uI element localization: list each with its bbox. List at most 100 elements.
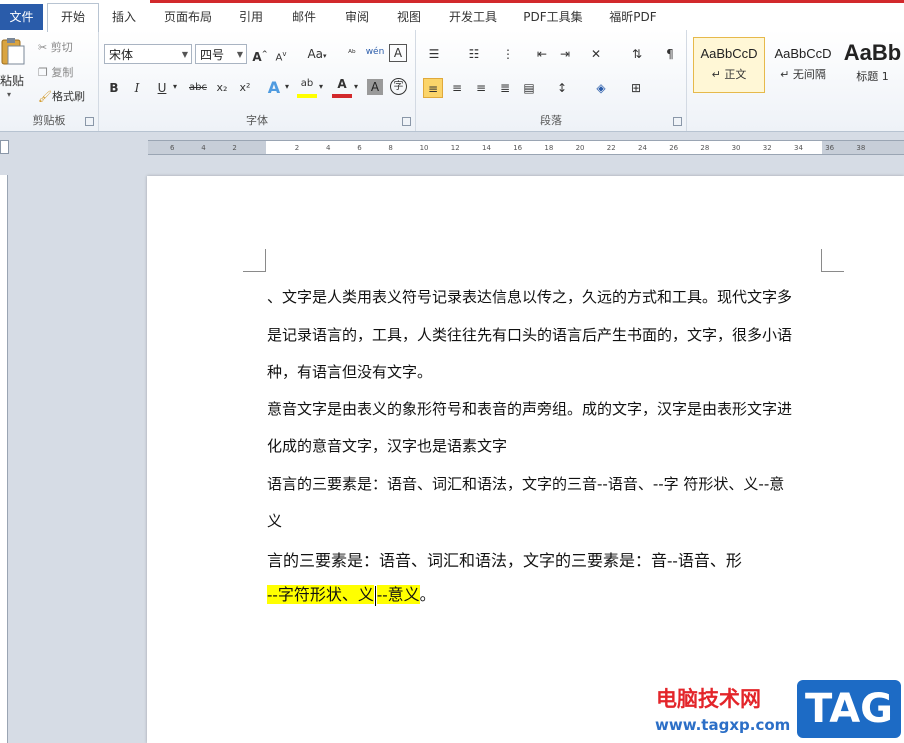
tab-references[interactable]: 引用 xyxy=(229,4,273,30)
align-left-icon[interactable]: ≡ xyxy=(423,78,443,98)
paste-icon[interactable] xyxy=(0,36,26,66)
subscript-button[interactable]: x₂ xyxy=(212,78,232,98)
paragraph-launcher-icon[interactable] xyxy=(673,117,682,126)
font-color-button[interactable]: A xyxy=(332,76,352,98)
line-spacing-icon[interactable]: ↕ xyxy=(552,78,572,98)
shading-icon[interactable]: ◈ xyxy=(591,78,611,98)
chevron-down-icon: ▼ xyxy=(181,50,188,59)
style-normal[interactable]: AaBbCcD ↵ 正文 xyxy=(693,37,765,93)
font-size-select[interactable]: 四号 ▼ xyxy=(195,44,247,64)
align-center-icon[interactable]: ≡ xyxy=(447,78,467,98)
tab-selector-icon[interactable] xyxy=(0,140,9,154)
ruler-tick-label: 34 xyxy=(794,144,803,152)
bullets-icon[interactable]: ☰ xyxy=(424,44,444,64)
watermark-url: www.tagxp.com xyxy=(655,716,791,734)
watermark-badge: TAG xyxy=(797,680,901,738)
tab-pdf-tools[interactable]: PDF工具集 xyxy=(515,4,591,30)
font-launcher-icon[interactable] xyxy=(402,117,411,126)
highlight-span: --字符形状、义 xyxy=(267,585,374,604)
text-effect-button[interactable]: A xyxy=(264,78,284,98)
distributed-icon[interactable]: ▤ xyxy=(519,78,539,98)
underline-dropdown-icon[interactable]: ▾ xyxy=(173,82,177,91)
tab-foxit-pdf[interactable]: 福昕PDF xyxy=(600,4,666,30)
char-border-button[interactable]: A xyxy=(389,44,407,62)
text-line[interactable]: 、文字是人类用表义符号记录表达信息以传之，久远的方式和工具。现代文字多 xyxy=(267,286,792,307)
tab-review[interactable]: 审阅 xyxy=(335,4,379,30)
ruler-tick-label: 26 xyxy=(669,144,679,152)
bold-button[interactable]: B xyxy=(104,78,124,98)
tab-file[interactable]: 文件 xyxy=(0,4,43,30)
chinese-layout-icon[interactable]: ✕ xyxy=(586,44,606,64)
text-line[interactable]: 言的三要素是：语音、词汇和语法，文字的三要素是：音--语音、形 xyxy=(267,547,742,571)
tab-developer[interactable]: 开发工具 xyxy=(441,4,505,30)
crop-mark-left xyxy=(243,249,266,272)
horizontal-ruler[interactable]: 6 4 2 2 4 6 8 10 12 14 16 18 20 22 24 26 28 30 32 34 36 38 xyxy=(148,140,904,155)
shrink-font-button[interactable]: Av xyxy=(271,44,291,64)
highlight-span: --意义 xyxy=(376,585,420,604)
justify-icon[interactable]: ≣ xyxy=(495,78,515,98)
text-cursor xyxy=(374,585,376,606)
style-heading-1[interactable]: AaBb 标题 1 xyxy=(841,37,904,93)
pinyin-button[interactable]: wén xyxy=(365,42,385,62)
tab-view[interactable]: 视图 xyxy=(387,4,431,30)
cut-button[interactable]: ✂ 剪切 xyxy=(38,39,73,55)
ruler-tick-label: 8 xyxy=(388,144,393,152)
document-page[interactable]: 、文字是人类用表义符号记录表达信息以传之，久远的方式和工具。现代文字多 是记录语… xyxy=(147,176,904,743)
clipboard-group-label: 剪贴板 xyxy=(32,114,66,127)
show-marks-icon[interactable]: ¶ xyxy=(660,44,680,64)
align-right-icon[interactable]: ≡ xyxy=(471,78,491,98)
underline-button[interactable]: U xyxy=(152,78,172,98)
style-no-spacing[interactable]: AaBbCcD ↵ 无间隔 xyxy=(767,37,839,93)
text-line[interactable]: 是记录语言的，工具，人类往往先有口头的语言后产生书面的，文字，很多小语 xyxy=(267,324,792,345)
strikethrough-button[interactable]: abc xyxy=(185,78,211,98)
clear-format-icon[interactable]: ᴬᵇ xyxy=(342,44,362,64)
text-line[interactable]: 化成的意音文字，汉字也是语素文字 xyxy=(267,435,507,456)
increase-indent-icon[interactable]: ⇥ xyxy=(555,44,575,64)
tab-insert[interactable]: 插入 xyxy=(102,4,146,30)
char-shading-button[interactable]: A xyxy=(367,79,383,95)
ruler-tick-label: 16 xyxy=(513,144,523,152)
font-group-label: 字体 xyxy=(246,114,268,127)
clipboard-launcher-icon[interactable] xyxy=(85,117,94,126)
sort-icon[interactable]: ⇅ xyxy=(627,44,647,64)
vertical-ruler[interactable] xyxy=(0,175,8,743)
font-name-select[interactable]: 宋体 ▼ xyxy=(104,44,192,64)
numbering-icon[interactable]: ☷ xyxy=(464,44,484,64)
text-line[interactable]: 语言的三要素是：语音、词汇和语法，文字的三音--语音、--字 符形状、义--意 xyxy=(267,473,784,494)
ruler-left-margin xyxy=(148,141,266,154)
ruler-tick-label: 10 xyxy=(419,144,429,152)
text-effect-dropdown-icon[interactable]: ▾ xyxy=(285,82,289,91)
tab-home[interactable]: 开始 xyxy=(47,3,99,32)
tab-page-layout[interactable]: 页面布局 xyxy=(155,4,221,30)
highlight-dropdown-icon[interactable]: ▾ xyxy=(319,82,323,91)
brush-icon: 🖌 xyxy=(38,90,52,103)
paste-dropdown-icon[interactable]: ▾ xyxy=(7,90,11,99)
tab-mailings[interactable]: 邮件 xyxy=(282,4,326,30)
ruler-tick-label: 30 xyxy=(731,144,741,152)
paste-button[interactable]: 粘贴 xyxy=(0,72,24,89)
ruler-tick-label: 38 xyxy=(856,144,866,152)
italic-button[interactable]: I xyxy=(127,78,147,98)
text-line[interactable]: 种，有语言但没有文字。 xyxy=(267,361,432,382)
font-color-dropdown-icon[interactable]: ▾ xyxy=(354,82,358,91)
multilevel-list-icon[interactable]: ⋮ xyxy=(498,44,518,64)
text-line[interactable]: 意音文字是由表义的象形符号和表音的声旁组。成的文字，汉字是由表形文字进 xyxy=(267,398,792,419)
ruler-tick-label: 36 xyxy=(825,144,835,152)
superscript-button[interactable]: x² xyxy=(235,78,255,98)
ruler-tick-label: 2 xyxy=(232,144,237,152)
decrease-indent-icon[interactable]: ⇤ xyxy=(532,44,552,64)
highlighted-line[interactable]: --字符形状、义 --意义。 xyxy=(267,581,436,606)
borders-icon[interactable]: ⊞ xyxy=(626,78,646,98)
text-line[interactable]: 义 xyxy=(267,510,282,531)
format-painter-button[interactable]: 🖌格式刷 xyxy=(38,88,85,104)
highlight-button[interactable]: ab xyxy=(297,76,317,98)
ruler-tick-label: 18 xyxy=(544,144,554,152)
styles-group: AaBbCcD ↵ 正文 AaBbCcD ↵ 无间隔 AaBb 标题 1 xyxy=(687,30,904,131)
copy-button[interactable]: ❐ 复制 xyxy=(38,64,73,80)
enclose-char-button[interactable]: 字 xyxy=(390,78,407,95)
grow-font-button[interactable]: A^ xyxy=(250,44,270,64)
change-case-button[interactable]: Aa▾ xyxy=(304,44,330,64)
ruler-tick-label: 20 xyxy=(575,144,585,152)
ruler-tick-label: 32 xyxy=(762,144,772,152)
clipboard-group: 粘贴 ▾ ✂ 剪切 ❐ 复制 🖌格式刷 剪贴板 xyxy=(0,30,99,131)
